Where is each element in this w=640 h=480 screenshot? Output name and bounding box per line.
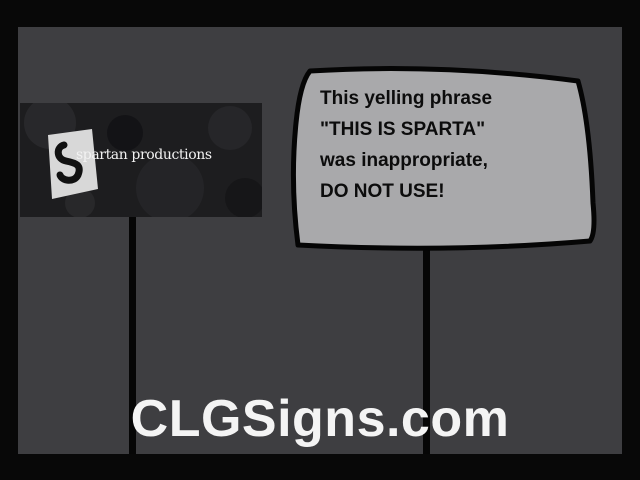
clgsigns-watermark: CLGSigns.com [130, 390, 510, 448]
warning-line-4: DO NOT USE! [320, 181, 445, 202]
logo-sign-text: spartan productions [76, 147, 212, 163]
spartan-productions-logo-sign: spartan productions [20, 103, 262, 217]
scene: spartan productions This yelling phrase … [18, 27, 622, 454]
warning-line-3: was inappropriate, [320, 150, 488, 171]
warning-line-1: This yelling phrase [320, 88, 493, 109]
spartan-logo-emblem-icon [48, 129, 98, 199]
warning-line-2: "THIS IS SPARTA" [320, 119, 486, 140]
warning-sign-text: This yelling phrase "THIS IS SPARTA" was… [320, 83, 600, 207]
